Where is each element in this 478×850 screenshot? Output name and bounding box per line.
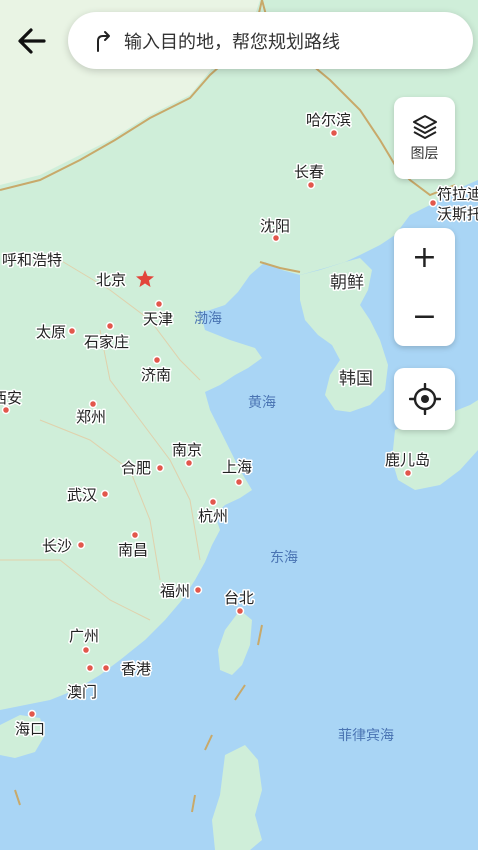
city-label[interactable]: 南昌 [117, 540, 150, 561]
city-marker[interactable] [184, 458, 194, 468]
city-label[interactable]: 济南 [140, 365, 173, 386]
city-marker[interactable] [193, 585, 203, 595]
city-marker[interactable] [27, 709, 37, 719]
layers-label: 图层 [410, 146, 439, 162]
country-label[interactable]: 韩国 [338, 368, 375, 391]
layers-button[interactable]: 图层 [394, 97, 455, 179]
city-marker[interactable] [154, 299, 164, 309]
city-marker[interactable] [234, 477, 244, 487]
city-label[interactable]: 石家庄 [83, 332, 131, 353]
city-marker[interactable] [67, 326, 77, 336]
city-marker[interactable] [155, 463, 165, 473]
locate-crosshair-icon [408, 383, 441, 415]
city-label[interactable]: 天津 [142, 309, 175, 330]
back-arrow-icon [18, 28, 46, 54]
city-label[interactable]: 南京 [171, 440, 204, 461]
city-label[interactable]: 海口 [14, 719, 47, 740]
city-label[interactable]: 福州 [159, 581, 192, 602]
route-turn-icon [88, 27, 116, 55]
back-button[interactable] [8, 18, 56, 64]
city-label[interactable]: 鹿儿岛 [384, 450, 432, 471]
city-label[interactable]: 武汉 [66, 485, 99, 506]
city-marker[interactable] [428, 198, 438, 208]
locate-button[interactable] [394, 368, 455, 430]
city-marker[interactable] [329, 128, 339, 138]
city-marker[interactable] [235, 606, 245, 616]
city-marker[interactable] [100, 489, 110, 499]
city-label[interactable]: 沈阳 [259, 216, 292, 237]
city-label[interactable]: 长春 [293, 162, 326, 183]
city-label[interactable]: 杭州 [197, 506, 230, 527]
city-label[interactable]: 长沙 [41, 536, 74, 557]
sea-label: 东海 [270, 550, 298, 566]
city-marker[interactable] [101, 663, 111, 673]
city-marker[interactable] [105, 321, 115, 331]
city-marker[interactable] [76, 540, 86, 550]
city-label[interactable]: 上海 [221, 457, 254, 478]
city-marker[interactable] [271, 233, 281, 243]
city-label[interactable]: 澳门 [66, 682, 99, 703]
city-marker[interactable] [306, 180, 316, 190]
city-label[interactable]: 台北 [223, 588, 256, 609]
search-placeholder: 输入目的地，帮您规划路线 [124, 31, 340, 53]
city-marker[interactable] [403, 468, 413, 478]
city-label[interactable]: 合肥 [120, 458, 153, 479]
sea-label: 渤海 [194, 311, 222, 327]
city-label[interactable]: 西安 [0, 388, 24, 409]
city-marker[interactable] [152, 355, 162, 365]
city-marker[interactable] [81, 645, 91, 655]
city-marker[interactable] [1, 405, 11, 415]
city-marker[interactable] [85, 663, 95, 673]
city-label[interactable]: 哈尔滨 [305, 110, 353, 131]
country-label[interactable]: 朝鲜 [329, 272, 366, 295]
destination-search-bar[interactable]: 输入目的地，帮您规划路线 [68, 12, 473, 69]
city-label[interactable]: 北京 [95, 270, 128, 291]
city-label[interactable]: 太原 [35, 322, 68, 343]
layers-icon [412, 115, 437, 139]
zoom-in-button[interactable]: + [394, 228, 455, 287]
city-marker[interactable] [208, 497, 218, 507]
city-label[interactable]: 广州 [68, 626, 101, 647]
city-label[interactable]: 呼和浩特 [1, 250, 64, 271]
zoom-control: + − [394, 228, 455, 346]
city-label[interactable]: 香港 [120, 659, 153, 680]
city-label[interactable]: 郑州 [75, 407, 108, 428]
city-marker[interactable] [88, 399, 98, 409]
sea-label: 菲律宾海 [338, 728, 394, 744]
sea-label: 黄海 [248, 394, 276, 411]
city-marker[interactable] [130, 530, 140, 540]
zoom-out-button[interactable]: − [394, 287, 455, 346]
